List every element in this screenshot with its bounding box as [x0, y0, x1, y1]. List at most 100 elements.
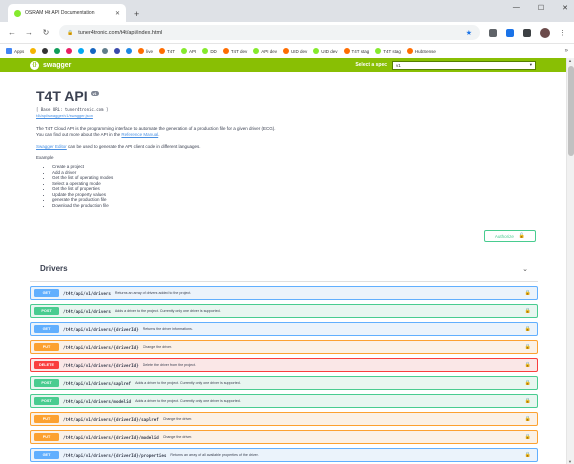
apps-grid-icon [6, 48, 12, 54]
bookmark-api[interactable]: API [181, 48, 196, 54]
swagger-favicon-icon [181, 48, 188, 54]
bookmark-icon[interactable] [78, 48, 85, 54]
minimize-icon[interactable]: — [513, 4, 520, 12]
operation-row[interactable]: GET/t4t/api/v1/drivers Returns an array o… [30, 286, 538, 300]
operation-row[interactable]: DELETE/t4t/api/v1/drivers/{driverId} Dele… [30, 358, 538, 372]
operation-row[interactable]: POST/t4t/api/v1/drivers/modelid Adds a dr… [30, 394, 538, 408]
bookmark-apps[interactable]: Apps [6, 48, 24, 54]
operation-summary: Adds a driver to the project. Currently … [114, 309, 221, 313]
bookmark-t4t-stag[interactable]: T4T stag [343, 48, 369, 54]
lock-icon[interactable]: 🔒 [67, 30, 73, 36]
bookmark-favicon-icon [90, 48, 97, 54]
forward-icon[interactable]: → [25, 28, 33, 37]
operation-path: /t4t/api/v1/drivers/{driverId} [63, 362, 139, 368]
close-window-icon[interactable]: ✕ [562, 4, 568, 12]
new-tab-icon[interactable]: + [134, 9, 139, 19]
address-bar[interactable]: 🔒 tuner4tronic.com/t4t/api/index.html ★ [59, 25, 480, 40]
lock-icon[interactable]: 🔒 [525, 416, 531, 422]
address-row: ← → ↻ 🔒 tuner4tronic.com/t4t/api/index.h… [0, 22, 574, 44]
lock-icon[interactable]: 🔒 [525, 344, 531, 350]
operation-summary: Change the driver. [142, 345, 173, 349]
window-controls: — ☐ ✕ [513, 4, 568, 12]
operations-list: GET/t4t/api/v1/drivers Returns an array o… [30, 286, 538, 462]
bookmark-icon[interactable] [66, 48, 73, 54]
chevron-down-icon: ▾ [529, 62, 532, 67]
close-tab-icon[interactable]: ✕ [115, 10, 120, 17]
lock-icon[interactable]: 🔒 [525, 290, 531, 296]
operation-row[interactable]: PUT/t4t/api/v1/drivers/{driverId} Change … [30, 340, 538, 354]
operation-row[interactable]: POST/t4t/api/v1/drivers/saplref Adds a dr… [30, 376, 538, 390]
swagger-editor-link[interactable]: Swagger Editor [36, 144, 67, 149]
swagger-json-link[interactable]: t4t/api/swagger/v1/swagger.json [36, 113, 530, 118]
swagger-logo[interactable]: {} swagger [30, 60, 71, 70]
bookmark-favicon-icon [30, 48, 37, 54]
scroll-down-icon[interactable]: ▼ [568, 459, 572, 464]
bookmark-favicon-icon [102, 48, 109, 54]
operation-summary: Returns an array of all available proper… [170, 453, 259, 457]
bookmark-icon[interactable] [30, 48, 37, 54]
method-badge: POST [34, 397, 59, 405]
bookmark-favicon-icon [54, 48, 61, 54]
extension-icon[interactable] [489, 28, 497, 37]
bookmark-t4t-dev[interactable]: T4T dev [222, 48, 247, 54]
bookmark-uid-dev-2[interactable]: UID dev [313, 48, 338, 54]
bookmark-dd[interactable]: DD [202, 48, 217, 54]
bookmark-icon[interactable] [114, 48, 121, 54]
method-badge: POST [34, 307, 59, 315]
operation-row[interactable]: GET/t4t/api/v1/drivers/{driverId}/proper… [30, 448, 538, 462]
bookmark-icon[interactable] [102, 48, 109, 54]
swagger-logo-icon: {} [30, 60, 39, 70]
bookmark-icon[interactable] [42, 48, 49, 54]
profile-avatar[interactable] [540, 27, 550, 38]
maximize-icon[interactable]: ☐ [538, 4, 544, 12]
operation-path: /t4t/api/v1/drivers [63, 308, 111, 314]
scrollbar[interactable]: ▲ ▼ [566, 58, 574, 464]
method-badge: GET [34, 289, 59, 297]
spec-dropdown[interactable]: v1 ▾ [392, 60, 536, 70]
bookmark-icon[interactable] [126, 48, 133, 54]
operation-row[interactable]: PUT/t4t/api/v1/drivers/{driverId}/modeli… [30, 430, 538, 444]
reload-icon[interactable]: ↻ [42, 28, 50, 37]
section-header[interactable]: Drivers ⌄ [30, 256, 538, 282]
bookmark-live[interactable]: live [138, 48, 153, 54]
bookmark-t4t-stag-2[interactable]: T4T stag [375, 48, 401, 54]
authorize-button[interactable]: Authorize 🔓 [484, 230, 536, 242]
scrollbar-thumb[interactable] [568, 66, 574, 156]
lock-icon[interactable]: 🔒 [525, 308, 531, 314]
lock-icon[interactable]: 🔒 [525, 380, 531, 386]
operation-row[interactable]: GET/t4t/api/v1/drivers/{driverId} Returns… [30, 322, 538, 336]
extension-icon[interactable] [506, 28, 514, 37]
extension-icon[interactable] [523, 28, 531, 37]
lock-icon[interactable]: 🔒 [525, 398, 531, 404]
bookmark-uid-dev[interactable]: UID dev [283, 48, 307, 54]
scroll-up-icon[interactable]: ▲ [568, 58, 572, 63]
chevron-down-icon[interactable]: ⌄ [522, 265, 528, 273]
bookmark-star-icon[interactable]: ★ [466, 29, 472, 37]
bookmark-api-dev[interactable]: API dev [253, 48, 277, 54]
scheme-container: Authorize 🔓 [0, 230, 566, 250]
method-badge: DELETE [34, 361, 59, 369]
bookmarks-overflow-icon[interactable]: » [565, 48, 568, 54]
osram-favicon-icon [283, 48, 290, 54]
operation-path: /t4t/api/v1/drivers/saplref [63, 380, 132, 386]
browser-tab[interactable]: OSRAM t4t API Documentation ✕ [8, 4, 126, 22]
operation-row[interactable]: POST/t4t/api/v1/drivers Adds a driver to … [30, 304, 538, 318]
osram-favicon-icon [343, 48, 350, 54]
spec-selector: Select a spec v1 ▾ [355, 60, 536, 70]
url-text[interactable]: tuner4tronic.com/t4t/api/index.html [78, 30, 460, 36]
back-icon[interactable]: ← [8, 28, 16, 37]
lock-icon[interactable]: 🔒 [525, 326, 531, 332]
lock-icon[interactable]: 🔒 [525, 362, 531, 368]
bookmark-icon[interactable] [54, 48, 61, 54]
bookmark-t4t[interactable]: T4T [159, 48, 175, 54]
lock-icon[interactable]: 🔒 [525, 452, 531, 458]
method-badge: PUT [34, 415, 59, 423]
lock-icon[interactable]: 🔒 [525, 434, 531, 440]
menu-kebab-icon[interactable]: ⋮ [559, 29, 566, 37]
reference-manual-link[interactable]: Reference Manual [121, 132, 158, 137]
operation-summary: Change the driver. [162, 417, 193, 421]
bookmark-icon[interactable] [90, 48, 97, 54]
method-badge: GET [34, 451, 59, 459]
operation-row[interactable]: PUT/t4t/api/v1/drivers/{driverId}/saplre… [30, 412, 538, 426]
bookmark-hubsense[interactable]: HubSense [406, 48, 436, 54]
